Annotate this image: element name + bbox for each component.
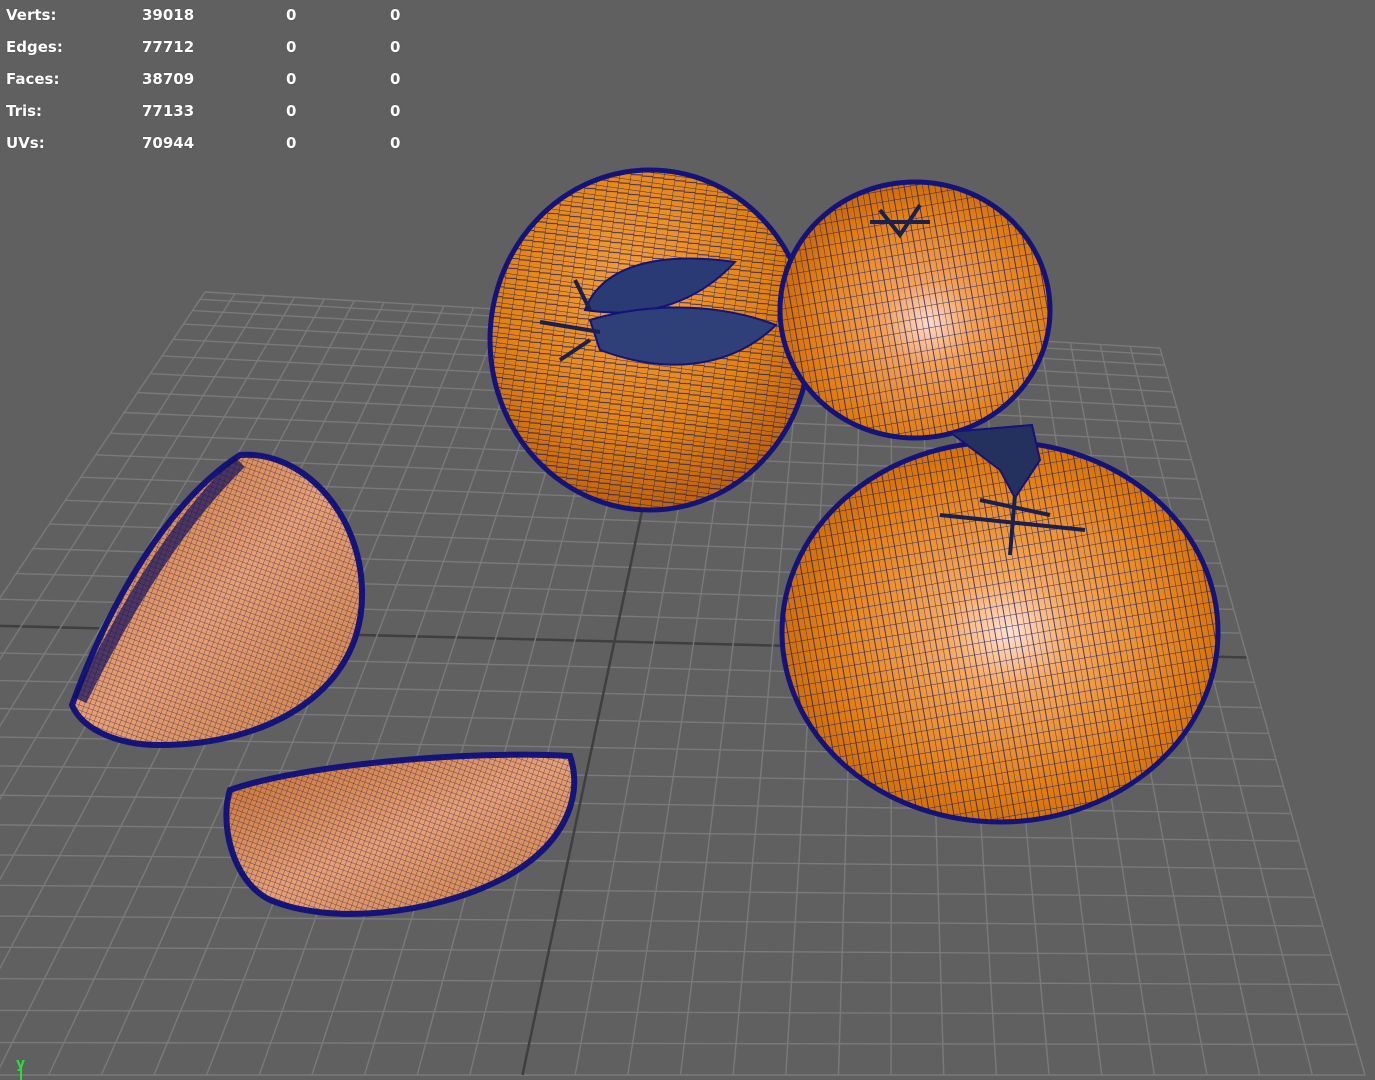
hud-label: Edges: [6,38,63,56]
hud-row-faces: Faces: 38709 0 0 [0,64,420,96]
hud-selected-value: 0 [286,6,297,24]
hud-total-value: 38709 [142,70,195,88]
hud-row-uvs: UVs: 70944 0 0 [0,128,420,160]
hud-component-value: 0 [390,38,401,56]
mandarin-with-leaves[interactable] [480,160,820,520]
hud-row-tris: Tris: 77133 0 0 [0,96,420,128]
hud-selected-value: 0 [286,70,297,88]
hud-component-value: 0 [390,134,401,152]
3d-viewport[interactable]: Verts: 39018 0 0 Edges: 77712 0 0 Faces:… [0,0,1375,1080]
hud-component-value: 0 [390,6,401,24]
hud-total-value: 70944 [142,134,195,152]
mandarin-back-right[interactable] [770,175,1060,445]
hud-total-value: 39018 [142,6,195,24]
axis-y-indicator [20,1068,22,1080]
hud-label: Faces: [6,70,60,88]
hud-selected-value: 0 [286,38,297,56]
hud-row-edges: Edges: 77712 0 0 [0,32,420,64]
poly-count-hud: Verts: 39018 0 0 Edges: 77712 0 0 Faces:… [0,0,420,160]
hud-selected-value: 0 [286,102,297,120]
hud-selected-value: 0 [286,134,297,152]
segment-left[interactable] [68,451,366,749]
hud-total-value: 77133 [142,102,195,120]
hud-row-verts: Verts: 39018 0 0 [0,0,420,32]
hud-label: Tris: [6,102,43,120]
viewport-scene[interactable] [0,0,1375,1080]
hud-component-value: 0 [390,70,401,88]
hud-label: Verts: [6,6,57,24]
hud-label: UVs: [6,134,45,152]
hud-total-value: 77712 [142,38,195,56]
mandarin-front-right[interactable] [770,423,1230,830]
hud-component-value: 0 [390,102,401,120]
